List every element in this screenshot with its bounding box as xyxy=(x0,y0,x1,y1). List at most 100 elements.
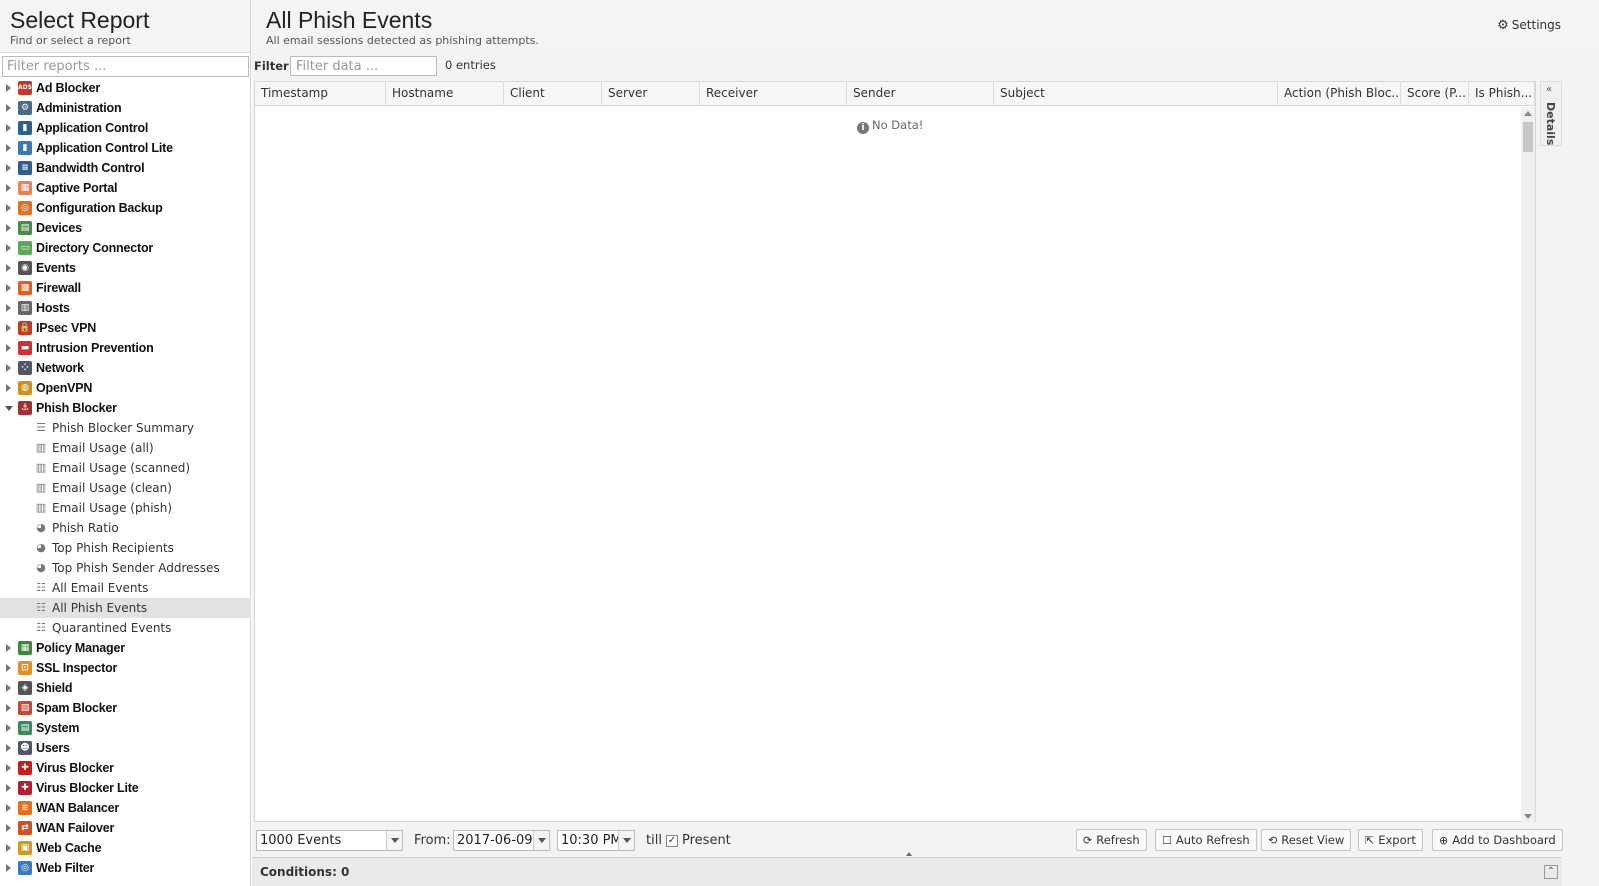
calendar-icon[interactable] xyxy=(533,831,549,850)
collapsed-arrow-icon[interactable] xyxy=(6,664,11,672)
column-header-hostname[interactable]: Hostname xyxy=(386,82,504,106)
expand-up-icon[interactable]: ⌃ xyxy=(1544,865,1558,879)
collapsed-arrow-icon[interactable] xyxy=(6,844,11,852)
column-header-score-p[interactable]: Score (P... xyxy=(1401,82,1469,106)
tree-node-firewall[interactable]: ▩ Firewall xyxy=(0,278,251,298)
report-item-phish-ratio[interactable]: ◕ Phish Ratio xyxy=(0,518,251,538)
tree-node-application-control-lite[interactable]: ▮ Application Control Lite xyxy=(0,138,251,158)
report-item-email-usage-phish[interactable]: ▥ Email Usage (phish) xyxy=(0,498,251,518)
collapsed-arrow-icon[interactable] xyxy=(6,644,11,652)
tree-node-shield[interactable]: ◈ Shield xyxy=(0,678,251,698)
collapsed-arrow-icon[interactable] xyxy=(6,744,11,752)
settings-button[interactable]: ⚙ Settings xyxy=(1497,18,1561,33)
collapsed-arrow-icon[interactable] xyxy=(6,364,11,372)
vertical-scrollbar[interactable] xyxy=(1521,107,1535,823)
column-header-action-phish-bloc[interactable]: Action (Phish Bloc... xyxy=(1278,82,1401,106)
tree-node-administration[interactable]: ⚙ Administration xyxy=(0,98,251,118)
column-header-subject[interactable]: Subject xyxy=(994,82,1278,106)
collapsed-arrow-icon[interactable] xyxy=(6,304,11,312)
tree-node-devices[interactable]: ▤ Devices xyxy=(0,218,251,238)
scroll-thumb[interactable] xyxy=(1523,122,1533,152)
tree-node-directory-connector[interactable]: ▭ Directory Connector xyxy=(0,238,251,258)
collapsed-arrow-icon[interactable] xyxy=(6,344,11,352)
tree-node-users[interactable]: ☻ Users xyxy=(0,738,251,758)
tree-node-bandwidth-control[interactable]: ≡ Bandwidth Control xyxy=(0,158,251,178)
chevron-down-icon[interactable] xyxy=(618,831,634,850)
tree-node-openvpn[interactable]: ◍ OpenVPN xyxy=(0,378,251,398)
present-checkbox[interactable]: ✓ xyxy=(666,835,678,847)
scroll-up-icon[interactable] xyxy=(1524,111,1532,116)
column-header-is-phish[interactable]: Is Phish... xyxy=(1469,82,1535,106)
conditions-panel[interactable]: Conditions: 0 ⌃ xyxy=(252,857,1562,886)
report-item-phish-blocker-summary[interactable]: ☰ Phish Blocker Summary xyxy=(0,418,251,438)
tree-node-hosts[interactable]: ▥ Hosts xyxy=(0,298,251,318)
collapsed-arrow-icon[interactable] xyxy=(6,724,11,732)
collapsed-arrow-icon[interactable] xyxy=(6,764,11,772)
tree-node-events[interactable]: ◉ Events xyxy=(0,258,251,278)
column-header-timestamp[interactable]: Timestamp xyxy=(255,82,386,106)
collapsed-arrow-icon[interactable] xyxy=(6,204,11,212)
collapsed-arrow-icon[interactable] xyxy=(6,104,11,112)
tree-node-virus-blocker-lite[interactable]: ✚ Virus Blocker Lite xyxy=(0,778,251,798)
collapsed-arrow-icon[interactable] xyxy=(6,284,11,292)
tree-node-application-control[interactable]: ▮ Application Control xyxy=(0,118,251,138)
add-to-dashboard-button[interactable]: ⊕ Add to Dashboard xyxy=(1432,829,1563,851)
report-item-email-usage-scanned[interactable]: ▥ Email Usage (scanned) xyxy=(0,458,251,478)
details-panel-toggle[interactable]: « Details xyxy=(1540,81,1562,146)
data-filter-input[interactable] xyxy=(290,56,437,76)
collapsed-arrow-icon[interactable] xyxy=(6,264,11,272)
collapsed-arrow-icon[interactable] xyxy=(6,84,11,92)
collapse-left-icon[interactable]: « xyxy=(1546,84,1552,95)
column-header-server[interactable]: Server xyxy=(602,82,700,106)
column-header-sender[interactable]: Sender xyxy=(847,82,994,106)
collapsed-arrow-icon[interactable] xyxy=(6,144,11,152)
reset-view-button[interactable]: ⟲ Reset View xyxy=(1261,829,1352,851)
column-header-client[interactable]: Client xyxy=(504,82,602,106)
tree-node-captive-portal[interactable]: ▦ Captive Portal xyxy=(0,178,251,198)
collapsed-arrow-icon[interactable] xyxy=(6,324,11,332)
report-item-email-usage-all[interactable]: ▥ Email Usage (all) xyxy=(0,438,251,458)
collapsed-arrow-icon[interactable] xyxy=(6,684,11,692)
report-item-top-phish-recipients[interactable]: ◕ Top Phish Recipients xyxy=(0,538,251,558)
tree-node-wan-balancer[interactable]: ≋ WAN Balancer xyxy=(0,798,251,818)
tree-node-web-cache[interactable]: ▣ Web Cache xyxy=(0,838,251,858)
collapsed-arrow-icon[interactable] xyxy=(6,784,11,792)
scroll-down-icon[interactable] xyxy=(1524,814,1532,819)
collapsed-arrow-icon[interactable] xyxy=(6,184,11,192)
from-date-field[interactable]: 2017-06-09 xyxy=(453,830,550,851)
collapsed-arrow-icon[interactable] xyxy=(6,804,11,812)
report-item-all-email-events[interactable]: ☷ All Email Events xyxy=(0,578,251,598)
expanded-arrow-icon[interactable] xyxy=(5,406,13,411)
report-item-quarantined-events[interactable]: ☷ Quarantined Events xyxy=(0,618,251,638)
export-button[interactable]: ⇱ Export xyxy=(1358,829,1423,851)
tree-node-virus-blocker[interactable]: ✚ Virus Blocker xyxy=(0,758,251,778)
tree-node-configuration-backup[interactable]: ◎ Configuration Backup xyxy=(0,198,251,218)
collapsed-arrow-icon[interactable] xyxy=(6,384,11,392)
tree-node-wan-failover[interactable]: ⇄ WAN Failover xyxy=(0,818,251,838)
report-item-email-usage-clean[interactable]: ▥ Email Usage (clean) xyxy=(0,478,251,498)
tree-node-ssl-inspector[interactable]: ⊡ SSL Inspector xyxy=(0,658,251,678)
tree-node-spam-blocker[interactable]: ▧ Spam Blocker xyxy=(0,698,251,718)
tree-node-policy-manager[interactable]: ▦ Policy Manager xyxy=(0,638,251,658)
collapsed-arrow-icon[interactable] xyxy=(6,244,11,252)
tree-node-network[interactable]: ⁘ Network xyxy=(0,358,251,378)
collapsed-arrow-icon[interactable] xyxy=(6,124,11,132)
chevron-down-icon[interactable] xyxy=(386,831,402,850)
tree-node-intrusion-prevention[interactable]: ▬ Intrusion Prevention xyxy=(0,338,251,358)
tree-node-ipsec-vpn[interactable]: 🔒 IPsec VPN xyxy=(0,318,251,338)
report-filter-input[interactable] xyxy=(2,56,249,77)
collapsed-arrow-icon[interactable] xyxy=(6,864,11,872)
tree-node-system[interactable]: ▤ System xyxy=(0,718,251,738)
events-limit-select[interactable]: 1000 Events xyxy=(256,830,403,851)
collapsed-arrow-icon[interactable] xyxy=(6,164,11,172)
report-item-top-phish-sender-addresses[interactable]: ◕ Top Phish Sender Addresses xyxy=(0,558,251,578)
auto-refresh-button[interactable]: ☐ Auto Refresh xyxy=(1155,829,1257,851)
refresh-button[interactable]: ⟳ Refresh xyxy=(1076,829,1147,851)
tree-node-phish-blocker[interactable]: ⚓ Phish Blocker xyxy=(0,398,251,418)
column-header-receiver[interactable]: Receiver xyxy=(700,82,847,106)
report-item-all-phish-events[interactable]: ☷ All Phish Events xyxy=(0,598,251,618)
tree-node-ad-blocker[interactable]: ADS Ad Blocker xyxy=(0,78,251,98)
from-time-select[interactable]: 10:30 PM xyxy=(557,830,635,851)
collapsed-arrow-icon[interactable] xyxy=(6,704,11,712)
collapsed-arrow-icon[interactable] xyxy=(6,224,11,232)
